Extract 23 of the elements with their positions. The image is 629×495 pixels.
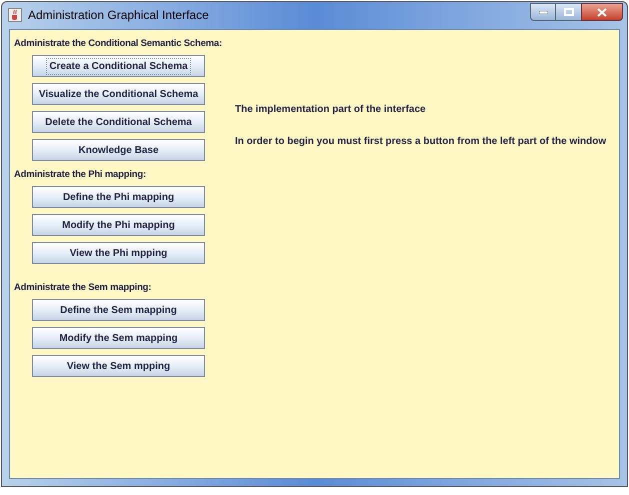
action-button[interactable]: Delete the Conditional Schema	[32, 111, 205, 133]
action-button[interactable]: Create a Conditional Schema	[32, 55, 205, 77]
minimize-icon	[538, 10, 548, 14]
action-button[interactable]: Knowledge Base	[32, 139, 205, 161]
action-button[interactable]: Define the Sem mapping	[32, 299, 205, 321]
info-text: In order to begin you must first press a button from the left part of the window	[235, 135, 606, 149]
action-button[interactable]: View the Sem mpping	[32, 355, 205, 377]
close-icon	[597, 8, 607, 16]
close-button[interactable]	[581, 3, 623, 21]
section-heading: Administrate the Sem mapping:	[14, 282, 152, 294]
action-button[interactable]: View the Phi mpping	[32, 242, 205, 264]
java-cup-icon	[8, 8, 22, 22]
minimize-button[interactable]	[530, 3, 556, 21]
action-button[interactable]: Modify the Sem mapping	[32, 327, 205, 349]
action-button[interactable]: Define the Phi mapping	[32, 186, 205, 208]
maximize-icon	[564, 8, 574, 16]
action-button[interactable]: Modify the Phi mapping	[32, 214, 205, 236]
action-button[interactable]: Visualize the Conditional Schema	[32, 83, 205, 105]
maximize-button[interactable]	[556, 3, 581, 21]
info-text: The implementation part of the interface	[235, 103, 427, 117]
section-heading: Administrate the Conditional Semantic Schema:	[14, 38, 222, 50]
window-title: Administration Graphical Interface	[28, 7, 209, 24]
section-heading: Administrate the Phi mapping:	[14, 169, 146, 181]
